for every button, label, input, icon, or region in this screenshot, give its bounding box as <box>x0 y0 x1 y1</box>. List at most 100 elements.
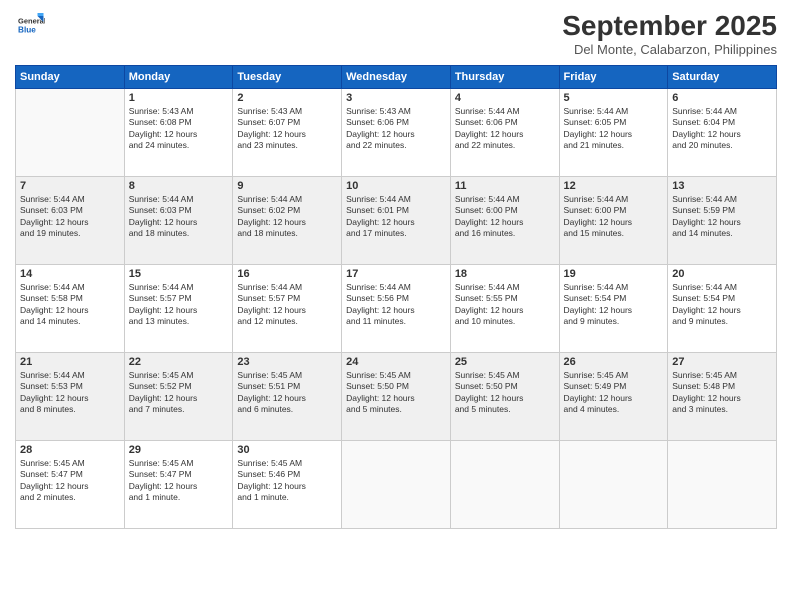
svg-text:Blue: Blue <box>18 26 36 35</box>
day-number: 23 <box>237 356 337 368</box>
day-info: Sunrise: 5:44 AM Sunset: 5:58 PM Dayligh… <box>20 282 120 328</box>
table-row <box>559 441 668 529</box>
calendar-week-row: 14 Sunrise: 5:44 AM Sunset: 5:58 PM Dayli… <box>16 265 777 353</box>
table-row: 6 Sunrise: 5:44 AM Sunset: 6:04 PM Daylig… <box>668 89 777 177</box>
calendar-table: Sunday Monday Tuesday Wednesday Thursday… <box>15 65 777 529</box>
day-number: 21 <box>20 356 120 368</box>
table-row <box>16 89 125 177</box>
day-number: 5 <box>564 92 664 104</box>
table-row: 12 Sunrise: 5:44 AM Sunset: 6:00 PM Dayli… <box>559 177 668 265</box>
header-sunday: Sunday <box>16 66 125 89</box>
table-row: 11Sunrise: 5:44 AM Sunset: 6:00 PM Dayli… <box>450 177 559 265</box>
day-info: Sunrise: 5:44 AM Sunset: 5:53 PM Dayligh… <box>20 370 120 416</box>
table-row: 4Sunrise: 5:44 AM Sunset: 6:06 PM Daylig… <box>450 89 559 177</box>
day-info: Sunrise: 5:44 AM Sunset: 6:03 PM Dayligh… <box>129 194 229 240</box>
table-row: 5 Sunrise: 5:44 AM Sunset: 6:05 PM Daylig… <box>559 89 668 177</box>
day-info: Sunrise: 5:44 AM Sunset: 6:03 PM Dayligh… <box>20 194 120 240</box>
day-number: 20 <box>672 268 772 280</box>
table-row: 7 Sunrise: 5:44 AM Sunset: 6:03 PM Daylig… <box>16 177 125 265</box>
day-number: 24 <box>346 356 446 368</box>
day-info: Sunrise: 5:44 AM Sunset: 6:02 PM Dayligh… <box>237 194 337 240</box>
day-number: 27 <box>672 356 772 368</box>
day-info: Sunrise: 5:45 AM Sunset: 5:47 PM Dayligh… <box>20 458 120 504</box>
day-number: 14 <box>20 268 120 280</box>
table-row: 23 Sunrise: 5:45 AM Sunset: 5:51 PM Dayli… <box>233 353 342 441</box>
day-info: Sunrise: 5:44 AM Sunset: 6:05 PM Dayligh… <box>564 106 664 152</box>
day-number: 25 <box>455 356 555 368</box>
day-info: Sunrise: 5:44 AM Sunset: 6:06 PM Dayligh… <box>455 106 555 152</box>
day-info: Sunrise: 5:45 AM Sunset: 5:47 PM Dayligh… <box>129 458 229 504</box>
day-info: Sunrise: 5:45 AM Sunset: 5:50 PM Dayligh… <box>346 370 446 416</box>
logo-icon: General Blue <box>15 10 45 40</box>
table-row: 20 Sunrise: 5:44 AM Sunset: 5:54 PM Dayli… <box>668 265 777 353</box>
day-info: Sunrise: 5:43 AM Sunset: 6:08 PM Dayligh… <box>129 106 229 152</box>
day-info: Sunrise: 5:43 AM Sunset: 6:06 PM Dayligh… <box>346 106 446 152</box>
day-info: Sunrise: 5:44 AM Sunset: 6:01 PM Dayligh… <box>346 194 446 240</box>
day-info: Sunrise: 5:44 AM Sunset: 5:57 PM Dayligh… <box>237 282 337 328</box>
calendar-week-row: 1 Sunrise: 5:43 AM Sunset: 6:08 PM Daylig… <box>16 89 777 177</box>
table-row: 8 Sunrise: 5:44 AM Sunset: 6:03 PM Daylig… <box>124 177 233 265</box>
table-row: 19 Sunrise: 5:44 AM Sunset: 5:54 PM Dayli… <box>559 265 668 353</box>
day-info: Sunrise: 5:45 AM Sunset: 5:51 PM Dayligh… <box>237 370 337 416</box>
day-number: 30 <box>237 444 337 456</box>
day-info: Sunrise: 5:44 AM Sunset: 6:00 PM Dayligh… <box>455 194 555 240</box>
day-number: 19 <box>564 268 664 280</box>
table-row: 18 Sunrise: 5:44 AM Sunset: 5:55 PM Dayli… <box>450 265 559 353</box>
day-info: Sunrise: 5:45 AM Sunset: 5:52 PM Dayligh… <box>129 370 229 416</box>
table-row: 17 Sunrise: 5:44 AM Sunset: 5:56 PM Dayli… <box>342 265 451 353</box>
day-number: 18 <box>455 268 555 280</box>
day-number: 8 <box>129 180 229 192</box>
day-info: Sunrise: 5:44 AM Sunset: 5:55 PM Dayligh… <box>455 282 555 328</box>
header-monday: Monday <box>124 66 233 89</box>
day-info: Sunrise: 5:44 AM Sunset: 6:04 PM Dayligh… <box>672 106 772 152</box>
page-header: General Blue September 2025 Del Monte, C… <box>15 10 777 57</box>
day-info: Sunrise: 5:44 AM Sunset: 5:54 PM Dayligh… <box>672 282 772 328</box>
header-wednesday: Wednesday <box>342 66 451 89</box>
table-row: 29 Sunrise: 5:45 AM Sunset: 5:47 PM Dayli… <box>124 441 233 529</box>
table-row: 1 Sunrise: 5:43 AM Sunset: 6:08 PM Daylig… <box>124 89 233 177</box>
title-block: September 2025 Del Monte, Calabarzon, Ph… <box>562 10 777 57</box>
header-friday: Friday <box>559 66 668 89</box>
location: Del Monte, Calabarzon, Philippines <box>562 42 777 57</box>
day-number: 12 <box>564 180 664 192</box>
table-row <box>450 441 559 529</box>
header-saturday: Saturday <box>668 66 777 89</box>
header-thursday: Thursday <box>450 66 559 89</box>
table-row: 21 Sunrise: 5:44 AM Sunset: 5:53 PM Dayli… <box>16 353 125 441</box>
day-number: 1 <box>129 92 229 104</box>
calendar-week-row: 7 Sunrise: 5:44 AM Sunset: 6:03 PM Daylig… <box>16 177 777 265</box>
day-number: 16 <box>237 268 337 280</box>
day-info: Sunrise: 5:44 AM Sunset: 5:57 PM Dayligh… <box>129 282 229 328</box>
table-row: 30 Sunrise: 5:45 AM Sunset: 5:46 PM Dayli… <box>233 441 342 529</box>
table-row: 9Sunrise: 5:44 AM Sunset: 6:02 PM Daylig… <box>233 177 342 265</box>
table-row: 27 Sunrise: 5:45 AM Sunset: 5:48 PM Dayli… <box>668 353 777 441</box>
table-row <box>342 441 451 529</box>
day-info: Sunrise: 5:45 AM Sunset: 5:48 PM Dayligh… <box>672 370 772 416</box>
day-info: Sunrise: 5:44 AM Sunset: 5:54 PM Dayligh… <box>564 282 664 328</box>
day-info: Sunrise: 5:44 AM Sunset: 5:56 PM Dayligh… <box>346 282 446 328</box>
day-number: 10 <box>346 180 446 192</box>
table-row: 3Sunrise: 5:43 AM Sunset: 6:06 PM Daylig… <box>342 89 451 177</box>
table-row: 10 Sunrise: 5:44 AM Sunset: 6:01 PM Dayli… <box>342 177 451 265</box>
day-info: Sunrise: 5:45 AM Sunset: 5:46 PM Dayligh… <box>237 458 337 504</box>
table-row: 14 Sunrise: 5:44 AM Sunset: 5:58 PM Dayli… <box>16 265 125 353</box>
table-row: 15Sunrise: 5:44 AM Sunset: 5:57 PM Dayli… <box>124 265 233 353</box>
table-row: 13Sunrise: 5:44 AM Sunset: 5:59 PM Dayli… <box>668 177 777 265</box>
table-row: 24 Sunrise: 5:45 AM Sunset: 5:50 PM Dayli… <box>342 353 451 441</box>
table-row: 25 Sunrise: 5:45 AM Sunset: 5:50 PM Dayli… <box>450 353 559 441</box>
table-row: 28 Sunrise: 5:45 AM Sunset: 5:47 PM Dayli… <box>16 441 125 529</box>
logo: General Blue <box>15 10 45 40</box>
day-info: Sunrise: 5:45 AM Sunset: 5:50 PM Dayligh… <box>455 370 555 416</box>
table-row: 16 Sunrise: 5:44 AM Sunset: 5:57 PM Dayli… <box>233 265 342 353</box>
day-number: 7 <box>20 180 120 192</box>
day-info: Sunrise: 5:44 AM Sunset: 6:00 PM Dayligh… <box>564 194 664 240</box>
day-number: 29 <box>129 444 229 456</box>
day-number: 17 <box>346 268 446 280</box>
day-number: 6 <box>672 92 772 104</box>
day-info: Sunrise: 5:43 AM Sunset: 6:07 PM Dayligh… <box>237 106 337 152</box>
day-info: Sunrise: 5:45 AM Sunset: 5:49 PM Dayligh… <box>564 370 664 416</box>
day-number: 28 <box>20 444 120 456</box>
calendar-header-row: Sunday Monday Tuesday Wednesday Thursday… <box>16 66 777 89</box>
header-tuesday: Tuesday <box>233 66 342 89</box>
day-number: 2 <box>237 92 337 104</box>
